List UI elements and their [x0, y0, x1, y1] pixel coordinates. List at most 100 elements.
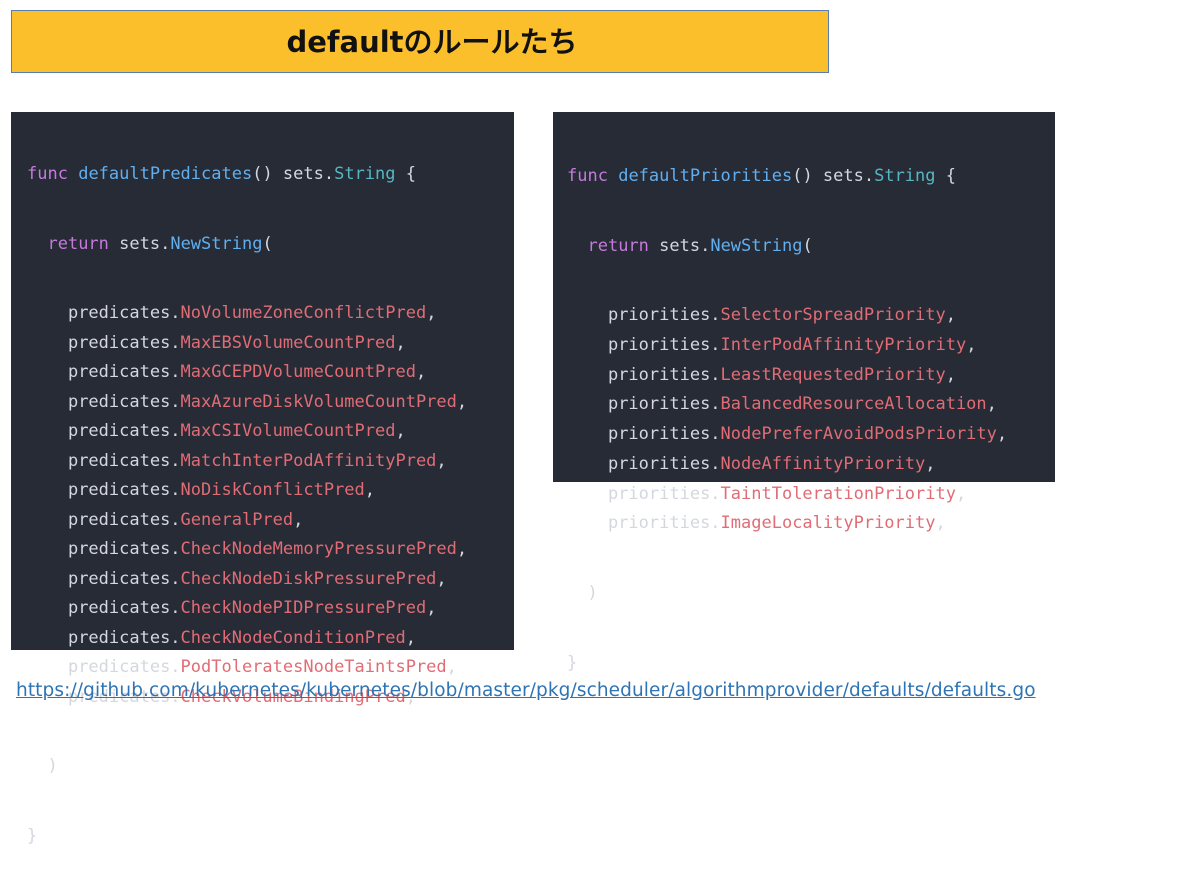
package-qualifier: predicates. — [67, 657, 181, 677]
identifier: SelectorSpreadPriority — [720, 305, 946, 326]
code-line-signature: func defaultPriorities() sets.String { — [567, 162, 1055, 192]
package-qualifier: predicates. — [67, 421, 181, 441]
comma: , — [996, 424, 1008, 445]
close-brace: } — [567, 652, 578, 673]
package-qualifier: predicates. — [67, 362, 181, 382]
comma: , — [436, 450, 447, 471]
identifier: ImageLocalityPriority — [720, 513, 936, 534]
comma: , — [456, 391, 468, 412]
identifier: MatchInterPodAffinityPred — [180, 450, 437, 471]
identifier: LeastRequestedPriority — [720, 364, 946, 385]
package-qualifier: priorities. — [607, 453, 721, 474]
identifier: TaintTolerationPriority — [720, 483, 956, 504]
code-line-item: predicates.PodToleratesNodeTaintsPred, — [27, 653, 514, 683]
comma: , — [945, 364, 956, 385]
code-line-item: priorities.LeastRequestedPriority, — [567, 361, 1055, 391]
comma: , — [446, 657, 457, 677]
call-name: NewString — [170, 233, 263, 254]
code-block-priorities: func defaultPriorities() sets.String { r… — [553, 112, 1055, 673]
code-line-item: predicates.CheckNodePIDPressurePred, — [27, 594, 514, 624]
identifier: CheckNodeDiskPressurePred — [180, 568, 437, 589]
package-qualifier: predicates. — [67, 480, 181, 500]
comma: , — [966, 335, 977, 356]
page-title: defaultのルールたち — [286, 25, 578, 59]
package-qualifier: predicates. — [67, 568, 181, 589]
code-line-signature: func defaultPredicates() sets.String { — [27, 160, 514, 190]
package-qualifier: priorities. — [607, 364, 721, 385]
package-qualifier: predicates. — [67, 509, 181, 530]
comma: , — [986, 394, 997, 415]
comma: , — [955, 483, 967, 504]
code-block-predicates: func defaultPredicates() sets.String { r… — [11, 112, 514, 846]
code-line-item: predicates.MatchInterPodAffinityPred, — [27, 447, 514, 477]
code-line-close-brace: } — [567, 649, 1055, 679]
keyword-return: return — [587, 235, 649, 256]
signature-close: { — [395, 164, 416, 184]
code-line-item: predicates.MaxGCEPDVolumeCountPred, — [27, 358, 514, 388]
comma: , — [364, 480, 376, 500]
package-qualifier: priorities. — [607, 335, 721, 356]
identifier: PodToleratesNodeTaintsPred — [180, 657, 447, 677]
comma: , — [456, 539, 468, 559]
code-line-close-brace: } — [27, 822, 514, 852]
package-qualifier: predicates. — [67, 332, 181, 353]
code-line-item: priorities.InterPodAffinityPriority, — [567, 331, 1055, 361]
return-type: String — [334, 164, 396, 184]
identifier: CheckNodeConditionPred — [180, 627, 406, 648]
code-line-item: predicates.MaxEBSVolumeCountPred, — [27, 329, 514, 359]
keyword-return: return — [47, 233, 109, 254]
code-line-item: predicates.CheckNodeConditionPred, — [27, 624, 514, 654]
identifier: InterPodAffinityPriority — [720, 335, 967, 356]
package-qualifier: predicates. — [67, 391, 181, 412]
package-qualifier: priorities. — [607, 394, 721, 415]
comma: , — [426, 598, 437, 618]
package-qualifier: priorities. — [607, 424, 721, 445]
comma: , — [945, 305, 956, 326]
comma: , — [415, 362, 427, 382]
close-paren: ) — [47, 756, 58, 776]
identifier: NoVolumeZoneConflictPred — [180, 303, 427, 323]
function-name: defaultPriorities — [618, 166, 793, 186]
call-open: ( — [262, 233, 273, 254]
call-prefix: sets. — [648, 235, 711, 256]
close-brace: } — [27, 825, 38, 846]
identifier: BalancedResourceAllocation — [720, 394, 987, 415]
package-qualifier: predicates. — [67, 598, 181, 618]
code-line-close-paren: ) — [567, 579, 1055, 609]
package-qualifier: priorities. — [607, 483, 721, 504]
code-line-item: priorities.BalancedResourceAllocation, — [567, 390, 1055, 420]
identifier: MaxAzureDiskVolumeCountPred — [180, 391, 457, 412]
comma: , — [925, 453, 936, 474]
identifier: NodePreferAvoidPodsPriority — [720, 424, 997, 445]
keyword-func: func — [567, 166, 608, 186]
identifier: CheckNodePIDPressurePred — [180, 598, 427, 618]
source-link[interactable]: https://github.com/kubernetes/kubernetes… — [16, 680, 1036, 701]
call-prefix: sets. — [108, 233, 171, 254]
return-type: String — [874, 166, 936, 186]
package-qualifier: priorities. — [607, 513, 721, 534]
comma: , — [405, 627, 416, 648]
code-line-return: return sets.NewString( — [27, 230, 514, 260]
package-qualifier: priorities. — [607, 305, 721, 326]
package-qualifier: predicates. — [67, 303, 181, 323]
package-qualifier: predicates. — [67, 539, 181, 559]
code-line-item: predicates.CheckNodeMemoryPressurePred, — [27, 535, 514, 565]
comma: , — [935, 513, 946, 534]
comma: , — [293, 509, 304, 530]
code-line-item: predicates.NoDiskConflictPred, — [27, 476, 514, 506]
identifier: GeneralPred — [180, 509, 294, 530]
code-line-item: predicates.MaxAzureDiskVolumeCountPred, — [27, 388, 514, 418]
code-line-item: predicates.MaxCSIVolumeCountPred, — [27, 417, 514, 447]
code-line-item: priorities.TaintTolerationPriority, — [567, 480, 1055, 510]
call-name: NewString — [710, 235, 803, 256]
signature-open: () sets. — [792, 166, 875, 186]
package-qualifier: predicates. — [67, 627, 181, 648]
identifier: NoDiskConflictPred — [180, 480, 365, 500]
code-line-item: priorities.SelectorSpreadPriority, — [567, 301, 1055, 331]
identifier: NodeAffinityPriority — [720, 453, 926, 474]
code-line-item: priorities.ImageLocalityPriority, — [567, 509, 1055, 539]
title-banner: defaultのルールたち — [11, 10, 829, 73]
function-name: defaultPredicates — [78, 164, 253, 184]
signature-close: { — [935, 166, 956, 186]
comma: , — [395, 332, 406, 353]
